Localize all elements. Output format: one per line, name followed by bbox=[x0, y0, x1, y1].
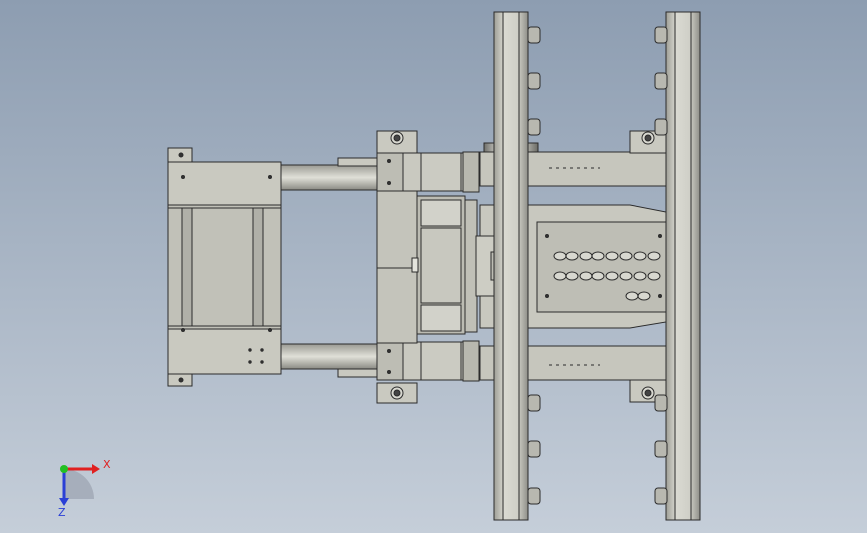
cad-viewport[interactable]: X Z bbox=[0, 0, 867, 533]
left-plate bbox=[167, 147, 282, 387]
carriage bbox=[376, 130, 480, 404]
guide-rods bbox=[280, 157, 379, 378]
assembly-model[interactable] bbox=[0, 0, 867, 533]
